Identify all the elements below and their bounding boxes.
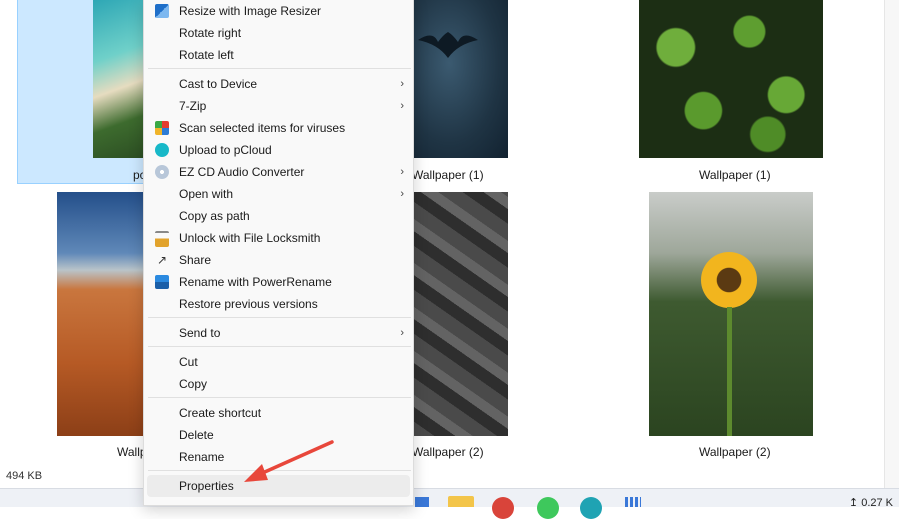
menu-item-rename[interactable]: Rename	[147, 446, 410, 468]
menu-item-copy[interactable]: Copy	[147, 373, 410, 395]
chevron-right-icon: ›	[400, 327, 404, 339]
pcloud-icon	[155, 143, 169, 157]
menu-item-properties[interactable]: Properties	[147, 475, 410, 497]
menu-item-rotate-right[interactable]: Rotate right	[147, 22, 410, 44]
menu-item-copy-as-path[interactable]: Copy as path	[147, 205, 410, 227]
sunflower-petals	[701, 252, 757, 308]
file-caption: Wallpaper (1)	[699, 168, 771, 182]
menu-separator	[148, 397, 411, 398]
file-thumbnail-sunflower[interactable]	[649, 192, 813, 436]
share-icon: ↗	[156, 253, 168, 267]
menu-item-create-shortcut[interactable]: Create shortcut	[147, 402, 410, 424]
bat-logo-icon	[418, 32, 478, 58]
menu-item-ez-cd[interactable]: EZ CD Audio Converter ›	[147, 161, 410, 183]
file-explorer-icon[interactable]	[448, 496, 474, 507]
menu-separator	[148, 317, 411, 318]
menu-item-open-with[interactable]: Open with ›	[147, 183, 410, 205]
menu-item-7zip[interactable]: 7-Zip ›	[147, 95, 410, 117]
chevron-right-icon: ›	[400, 100, 404, 112]
avg-shield-icon	[155, 121, 169, 135]
menu-separator	[148, 68, 411, 69]
menu-item-resize[interactable]: Resize with Image Resizer	[147, 0, 410, 22]
file-thumbnail-polygon[interactable]	[410, 192, 508, 436]
menu-item-cast-to-device[interactable]: Cast to Device ›	[147, 73, 410, 95]
chevron-right-icon: ›	[400, 166, 404, 178]
lock-icon	[155, 231, 169, 247]
file-thumbnail-leaves[interactable]	[639, 0, 823, 158]
menu-item-rotate-left[interactable]: Rotate left	[147, 44, 410, 66]
taskbar: ↥ 0.27 K	[0, 488, 899, 519]
chevron-right-icon: ›	[400, 78, 404, 90]
menu-item-delete[interactable]: Delete	[147, 424, 410, 446]
menu-item-scan-viruses[interactable]: Scan selected items for viruses	[147, 117, 410, 139]
menu-separator	[148, 470, 411, 471]
menu-item-power-rename[interactable]: Rename with PowerRename	[147, 271, 410, 293]
file-thumbnail-desert[interactable]	[57, 192, 149, 436]
menu-separator	[148, 346, 411, 347]
file-caption: Wallpaper (1)	[412, 168, 484, 182]
sunflower-stem	[727, 307, 732, 436]
menu-item-send-to[interactable]: Send to ›	[147, 322, 410, 344]
edge-icon[interactable]	[580, 497, 602, 519]
file-caption: Wallpaper (2)	[412, 445, 484, 459]
network-speed-tray: ↥ 0.27 K	[848, 497, 893, 509]
menu-item-restore-versions[interactable]: Restore previous versions	[147, 293, 410, 315]
vertical-scrollbar[interactable]	[884, 0, 899, 488]
chevron-right-icon: ›	[400, 188, 404, 200]
context-menu: Resize with Image Resizer Rotate right R…	[143, 0, 414, 506]
whatsapp-icon[interactable]	[537, 497, 559, 519]
file-thumbnail-beach[interactable]	[93, 0, 149, 158]
file-thumbnail-batman[interactable]	[410, 0, 508, 158]
menu-item-file-locksmith[interactable]: Unlock with File Locksmith	[147, 227, 410, 249]
cd-icon	[155, 165, 169, 179]
menu-item-upload-pcloud[interactable]: Upload to pCloud	[147, 139, 410, 161]
menu-item-share[interactable]: ↗ Share	[147, 249, 410, 271]
image-resizer-icon	[155, 4, 169, 18]
menu-item-cut[interactable]: Cut	[147, 351, 410, 373]
power-rename-icon	[155, 275, 169, 289]
browser-icon[interactable]	[492, 497, 514, 519]
file-caption: Wallpaper (2)	[699, 445, 771, 459]
status-bar-size: 494 KB	[6, 470, 43, 482]
